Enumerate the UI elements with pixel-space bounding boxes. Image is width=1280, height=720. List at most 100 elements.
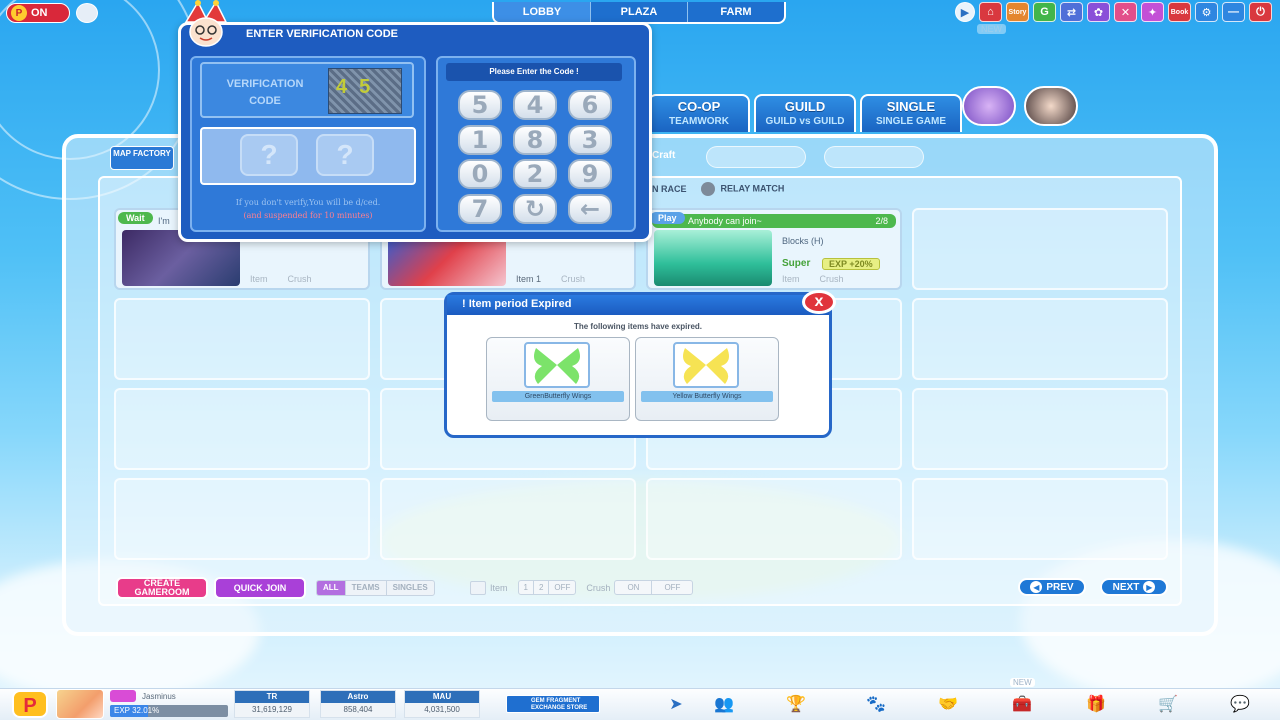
key-8[interactable]: 8	[513, 125, 557, 155]
empty-room-slot	[380, 478, 636, 560]
filter-singles[interactable]: SINGLES	[387, 581, 434, 595]
item-checkbox[interactable]	[470, 580, 486, 595]
new-badge: NEW	[977, 24, 1006, 34]
answer-slot-2[interactable]: ?	[316, 134, 374, 176]
item-option-2[interactable]: 2	[534, 581, 550, 594]
book-icon[interactable]: Book	[1168, 2, 1191, 22]
room-item-option: Item 1	[516, 274, 542, 284]
relay-filter-option[interactable]: RELAY MATCH	[700, 182, 784, 196]
trophy-icon[interactable]: 🏆	[784, 694, 808, 714]
item-option-off[interactable]: OFF	[549, 581, 575, 594]
room-card[interactable]: Anybody can join~ 2/8 Play Blocks (H) Su…	[646, 208, 902, 290]
p-logo-icon[interactable]: P	[12, 690, 48, 718]
craft-filter-label[interactable]: Craft	[652, 150, 675, 161]
refresh-icon[interactable]: ↻	[513, 194, 557, 224]
character-portrait-icon[interactable]	[1024, 86, 1078, 126]
empty-room-slot	[646, 478, 902, 560]
home-icon[interactable]: ⌂	[979, 2, 1002, 22]
keypad-title: Please Enter the Code !	[446, 63, 622, 81]
gift-icon[interactable]: 🎁	[1084, 694, 1108, 714]
filter-pill[interactable]	[824, 146, 924, 168]
next-label: NEXT	[1112, 581, 1140, 593]
crystal-event-icon[interactable]	[962, 86, 1016, 126]
tab-single-subtitle: SINGLE GAME	[875, 116, 946, 127]
prev-label: PREV	[1046, 581, 1074, 593]
crush-option-off[interactable]: OFF	[652, 581, 692, 594]
item-options: 1 2 OFF	[517, 580, 577, 595]
stat-label: Astro	[321, 691, 395, 703]
key-2[interactable]: 2	[513, 159, 557, 189]
play-circle-icon[interactable]: ➤	[664, 694, 688, 714]
play-icon[interactable]: ▶	[955, 2, 975, 22]
player-name: Jasminus	[142, 692, 176, 701]
sparkle-icon[interactable]: ✦	[1141, 2, 1164, 22]
quick-join-button[interactable]: QUICK JOIN	[214, 577, 306, 599]
tab-plaza[interactable]: PLAZA	[591, 2, 688, 22]
verification-code-label: VERIFICATION CODE	[226, 78, 304, 107]
super-badge: Super	[782, 258, 811, 269]
key-7[interactable]: 7	[458, 194, 502, 224]
friends-icon[interactable]: 👥	[712, 694, 736, 714]
stat-astro: Astro 858,404	[320, 690, 396, 718]
paw-icon[interactable]: 🐾	[864, 694, 888, 714]
new-badge: NEW	[1010, 678, 1035, 687]
stat-value: 858,404	[343, 705, 373, 714]
filter-all[interactable]: ALL	[317, 581, 346, 595]
filter-pill[interactable]	[706, 146, 806, 168]
close-button[interactable]: x	[802, 290, 836, 314]
expired-item-card[interactable]: Yellow Butterfly Wings	[635, 337, 779, 421]
key-5[interactable]: 5	[458, 90, 502, 120]
key-3[interactable]: 3	[568, 125, 612, 155]
exchange-icon[interactable]: ⇄	[1060, 2, 1083, 22]
key-4[interactable]: 4	[513, 90, 557, 120]
key-0[interactable]: 0	[458, 159, 502, 189]
avatar[interactable]	[56, 689, 104, 719]
item-option-1[interactable]: 1	[519, 581, 534, 594]
key-9[interactable]: 9	[568, 159, 612, 189]
power-toggle[interactable]: P ON	[6, 3, 70, 23]
map-factory-button[interactable]: MAP FACTORY	[110, 146, 174, 170]
top-left-controls: P ON	[6, 2, 98, 24]
yellow-wings-icon	[673, 342, 739, 388]
prev-page-button[interactable]: ◀ PREV	[1018, 578, 1086, 596]
tab-lobby[interactable]: LOBBY	[494, 2, 591, 22]
warning-line: If you don't verify,You will be d/ced.	[235, 198, 381, 207]
tab-guild[interactable]: GUILD GUILD vs GUILD	[754, 94, 856, 132]
minimize-icon[interactable]: —	[1222, 2, 1245, 22]
filter-teams[interactable]: TEAMS	[346, 581, 387, 595]
key-1[interactable]: 1	[458, 125, 502, 155]
gear-cog-icon[interactable]: ✿	[1087, 2, 1110, 22]
exit-power-icon[interactable]: ⏻	[1249, 2, 1272, 22]
answer-slot-1[interactable]: ?	[240, 134, 298, 176]
race-filter-option[interactable]: N RACE	[652, 184, 687, 194]
tab-single-title: SINGLE	[886, 99, 936, 114]
crush-option-on[interactable]: ON	[615, 581, 653, 594]
gem-store-button[interactable]: GEM FRAGMENT EXCHANGE STORE	[506, 695, 600, 713]
chest-icon[interactable]: 🧰	[1010, 694, 1034, 714]
backspace-icon[interactable]: ←	[568, 194, 612, 224]
guild-g-icon[interactable]: G	[1033, 2, 1056, 22]
chat-icon[interactable]: 💬	[1228, 694, 1252, 714]
cart-icon[interactable]: 🛒	[1156, 694, 1180, 714]
arrow-right-icon: ▶	[1143, 581, 1156, 593]
tab-coop[interactable]: CO-OP TEAMWORK	[648, 94, 750, 132]
expired-item-card[interactable]: GreenButterfly Wings	[486, 337, 630, 421]
mode-tabs: CO-OP TEAMWORK GUILD GUILD vs GUILD SING…	[648, 94, 962, 132]
empty-room-slot	[912, 478, 1168, 560]
key-6[interactable]: 6	[568, 90, 612, 120]
ghost-icon[interactable]	[76, 3, 98, 23]
tab-farm[interactable]: FARM	[688, 2, 784, 22]
tab-single[interactable]: SINGLE SINGLE GAME	[860, 94, 962, 132]
create-gameroom-button[interactable]: CREATE GAMEROOM	[116, 577, 208, 599]
room-options: Item 1 Crush	[516, 274, 585, 284]
room-map-thumbnail	[654, 230, 772, 286]
story-icon[interactable]: Story	[1006, 2, 1029, 22]
settings-gear-icon[interactable]: ⚙	[1195, 2, 1218, 22]
room-header: Anybody can join~ 2/8	[652, 214, 896, 228]
tab-coop-subtitle: TEAMWORK	[669, 116, 729, 127]
warning-suspension: (and suspended for 10 minutes)	[243, 211, 373, 220]
crossed-swords-icon[interactable]: ✕	[1114, 2, 1137, 22]
next-page-button[interactable]: NEXT ▶	[1100, 578, 1168, 596]
handshake-icon[interactable]: 🤝	[936, 694, 960, 714]
empty-room-slot	[114, 388, 370, 470]
